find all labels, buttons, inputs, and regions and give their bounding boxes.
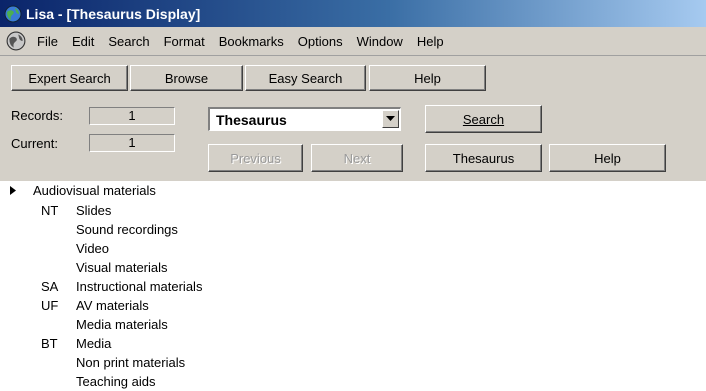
thesaurus-button[interactable]: Thesaurus (425, 144, 542, 172)
toolbar-help-button[interactable]: Help (369, 65, 486, 91)
see-also-term[interactable]: Instructional materials (76, 279, 202, 294)
narrower-term[interactable]: Visual materials (76, 260, 168, 275)
browse-button[interactable]: Browse (130, 65, 243, 91)
menu-help[interactable]: Help (410, 34, 451, 49)
used-for-term[interactable]: Media materials (76, 317, 168, 332)
menu-format[interactable]: Format (157, 34, 212, 49)
next-button[interactable]: Next (311, 144, 403, 172)
uf-code: UF (41, 298, 59, 313)
menu-window[interactable]: Window (350, 34, 410, 49)
menu-search[interactable]: Search (101, 34, 156, 49)
narrower-term[interactable]: Video (76, 241, 109, 256)
main-term: Audiovisual materials (33, 183, 156, 198)
menu-edit[interactable]: Edit (65, 34, 101, 49)
sa-code: SA (41, 279, 59, 294)
globe-icon (4, 5, 22, 22)
records-value: 1 (89, 107, 175, 125)
broader-term[interactable]: Teaching aids (76, 374, 156, 389)
control-panel: Expert Search Browse Easy Search Help Re… (0, 56, 706, 181)
menu-bookmarks[interactable]: Bookmarks (212, 34, 291, 49)
used-for-term[interactable]: AV materials (76, 298, 149, 313)
previous-button[interactable]: Previous (208, 144, 303, 172)
expand-triangle-icon[interactable] (10, 186, 16, 195)
dropdown-arrow-icon[interactable] (382, 110, 399, 128)
help-button[interactable]: Help (549, 144, 666, 172)
title-bar: Lisa - [Thesaurus Display] (0, 0, 706, 27)
search-button-label: Search (462, 111, 505, 127)
menu-file[interactable]: File (30, 34, 65, 49)
database-selected: Thesaurus (216, 112, 287, 128)
current-value: 1 (89, 134, 175, 152)
window-title: Lisa - [Thesaurus Display] (26, 5, 201, 22)
thesaurus-display: Audiovisual materials NT Slides Sound re… (0, 181, 706, 391)
search-button[interactable]: Search (425, 105, 542, 133)
narrower-term[interactable]: Slides (76, 203, 111, 218)
bt-code: BT (41, 336, 58, 351)
nt-code: NT (41, 203, 59, 218)
menu-bar: File Edit Search Format Bookmarks Option… (0, 27, 706, 56)
broader-term[interactable]: Media (76, 336, 111, 351)
expert-search-button[interactable]: Expert Search (11, 65, 128, 91)
database-select[interactable]: Thesaurus (208, 107, 401, 131)
records-label: Records: (11, 108, 64, 123)
menu-options[interactable]: Options (291, 34, 350, 49)
globe-icon[interactable] (6, 31, 26, 51)
easy-search-button[interactable]: Easy Search (245, 65, 366, 91)
current-label: Current: (11, 136, 58, 151)
narrower-term[interactable]: Sound recordings (76, 222, 178, 237)
broader-term[interactable]: Non print materials (76, 355, 185, 370)
